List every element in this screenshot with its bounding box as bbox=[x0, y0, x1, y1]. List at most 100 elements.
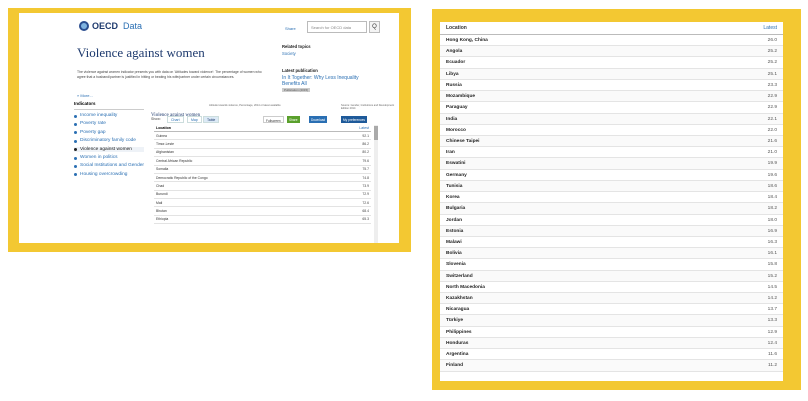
row-location: Somalia bbox=[156, 167, 169, 172]
table-row: Iran 21.0 bbox=[440, 147, 783, 159]
tab-chart[interactable]: Chart bbox=[167, 116, 184, 123]
row-value: 18.2 bbox=[767, 206, 777, 212]
row-value: 18.4 bbox=[767, 195, 777, 201]
row-location: Afghanistan bbox=[156, 150, 174, 155]
row-value: 16.1 bbox=[767, 251, 777, 257]
row-location: Estonia bbox=[446, 228, 464, 234]
table-row: Kazakhstan 14.2 bbox=[440, 293, 783, 305]
row-value: 12.9 bbox=[767, 329, 777, 335]
row-location: Mali bbox=[156, 200, 163, 205]
latest-publication: Latest publication In It Together: Why L… bbox=[282, 68, 377, 92]
table-row: Mozambique 22.9 bbox=[440, 91, 783, 103]
row-location: Nicaragua bbox=[446, 307, 470, 313]
table-row: Somalia 75.7 bbox=[154, 166, 371, 174]
page-title: Violence against women bbox=[77, 45, 205, 60]
row-value: 11.6 bbox=[768, 352, 777, 358]
table-row: Russia 23.3 bbox=[440, 80, 783, 92]
row-location: Korea bbox=[446, 195, 460, 201]
table-row: Nicaragua 13.7 bbox=[440, 304, 783, 316]
download-button[interactable]: Download bbox=[309, 116, 328, 123]
latest-item[interactable]: In It Together: Why Less Inequality Bene… bbox=[282, 75, 377, 87]
search-button[interactable]: Q bbox=[369, 21, 380, 33]
row-value: 65.3 bbox=[362, 217, 369, 222]
row-value: 22.1 bbox=[767, 116, 777, 122]
row-value: 22.9 bbox=[767, 105, 777, 111]
row-location: Timor-Leste bbox=[156, 142, 174, 147]
row-location: Bhutan bbox=[156, 209, 167, 214]
table-row: Korea 18.4 bbox=[440, 192, 783, 204]
row-value: 16.9 bbox=[767, 228, 777, 234]
row-value: 12.4 bbox=[767, 340, 777, 346]
indicator-item[interactable]: Discriminatory family code bbox=[74, 138, 144, 143]
indicator-item[interactable]: Women in politics bbox=[74, 155, 144, 160]
row-value: 21.0 bbox=[767, 150, 777, 156]
row-location: Central African Republic bbox=[156, 158, 193, 163]
table-row: Slovenia 15.8 bbox=[440, 259, 783, 271]
table-row: India 22.1 bbox=[440, 113, 783, 125]
search-input[interactable]: Search for OECD data bbox=[307, 21, 367, 33]
row-location: North Macedonia bbox=[446, 284, 485, 290]
table-scroll-thumb[interactable] bbox=[374, 126, 378, 140]
table-row: Angola 25.2 bbox=[440, 46, 783, 58]
indicator-item[interactable]: Violence against women bbox=[74, 146, 144, 153]
row-location: Eswatini bbox=[446, 161, 466, 167]
site-header[interactable]: OECD Data bbox=[79, 21, 142, 31]
indicators-sidebar: Indicators Income inequality Poverty rate… bbox=[74, 101, 144, 177]
share-link[interactable]: Share bbox=[285, 26, 296, 31]
zoomed-col-latest[interactable]: Latest bbox=[763, 25, 777, 31]
table-row: Mali 72.6 bbox=[154, 199, 371, 208]
row-location: Switzerland bbox=[446, 273, 473, 279]
chart-panel: Violence against women Attitude towards … bbox=[151, 103, 399, 123]
tab-table[interactable]: Table bbox=[203, 116, 220, 123]
row-value: 23.3 bbox=[767, 82, 777, 88]
my-preferences-button[interactable]: My preferences bbox=[341, 116, 367, 123]
indicator-item[interactable]: Housing overcrowding bbox=[74, 172, 144, 177]
table-row: Tunisia 18.6 bbox=[440, 180, 783, 193]
row-location: Chad bbox=[156, 183, 165, 188]
indicator-item[interactable]: Poverty gap bbox=[74, 130, 144, 135]
table-scrollbar[interactable] bbox=[374, 125, 378, 243]
tab-map[interactable]: Map bbox=[187, 116, 202, 123]
indicator-item[interactable]: Social Institutions and Gender bbox=[74, 163, 144, 168]
row-location: Slovenia bbox=[446, 262, 466, 268]
row-location: Türkiye bbox=[446, 318, 464, 324]
row-location: Bolivia bbox=[446, 251, 462, 257]
row-value: 68.4 bbox=[362, 209, 369, 214]
row-location: India bbox=[446, 116, 458, 122]
zoomed-table: Location Latest Hong Kong, China 26.0 Ango… bbox=[440, 22, 783, 381]
row-location: Bulgaria bbox=[446, 206, 466, 212]
row-location: Democratic Republic of the Congo bbox=[156, 175, 208, 180]
zoomed-table-header: Location Latest bbox=[440, 22, 783, 35]
row-value: 25.2 bbox=[767, 49, 777, 55]
row-location: Germany bbox=[446, 172, 467, 178]
chart-toolbar: Show: Chart Map Table Fullscreen Share D… bbox=[151, 116, 399, 123]
related-item[interactable]: Society bbox=[282, 51, 311, 56]
row-value: 15.2 bbox=[767, 273, 777, 279]
row-value: 80.2 bbox=[362, 150, 369, 155]
row-location: Guinea bbox=[156, 133, 167, 138]
table-row: Guinea 92.1 bbox=[154, 132, 371, 141]
row-location: Angola bbox=[446, 49, 463, 55]
table-row: Bhutan 68.4 bbox=[154, 207, 371, 216]
table-row: Hong Kong, China 26.0 bbox=[440, 35, 783, 47]
share-button[interactable]: Share bbox=[287, 116, 300, 123]
row-location: Tunisia bbox=[446, 183, 463, 189]
indicators-heading: Indicators bbox=[74, 101, 144, 110]
more-link[interactable]: » More... bbox=[77, 93, 93, 98]
indicator-item[interactable]: Income inequality bbox=[74, 113, 144, 118]
fullscreen-button[interactable]: Fullscreen bbox=[263, 116, 284, 123]
chart-source: Source: Gender, Institutions and Develop… bbox=[341, 104, 395, 110]
show-label: Show: bbox=[151, 117, 161, 121]
row-value: 13.3 bbox=[767, 318, 777, 324]
col-location[interactable]: Location bbox=[156, 126, 171, 130]
table-row: Chinese Taipei 21.6 bbox=[440, 135, 783, 148]
row-location: Argentina bbox=[446, 352, 469, 358]
chart-subtitle: Attitude towards violence, Percentage, 2… bbox=[209, 104, 281, 107]
row-value: 25.2 bbox=[767, 60, 777, 66]
col-latest[interactable]: Latest bbox=[359, 126, 369, 130]
row-location: Iran bbox=[446, 150, 455, 156]
indicator-item[interactable]: Poverty rate bbox=[74, 121, 144, 126]
table-row: Jordan 18.0 bbox=[440, 215, 783, 226]
table-row: Paraguay 22.9 bbox=[440, 102, 783, 114]
zoomed-col-location[interactable]: Location bbox=[446, 25, 467, 31]
